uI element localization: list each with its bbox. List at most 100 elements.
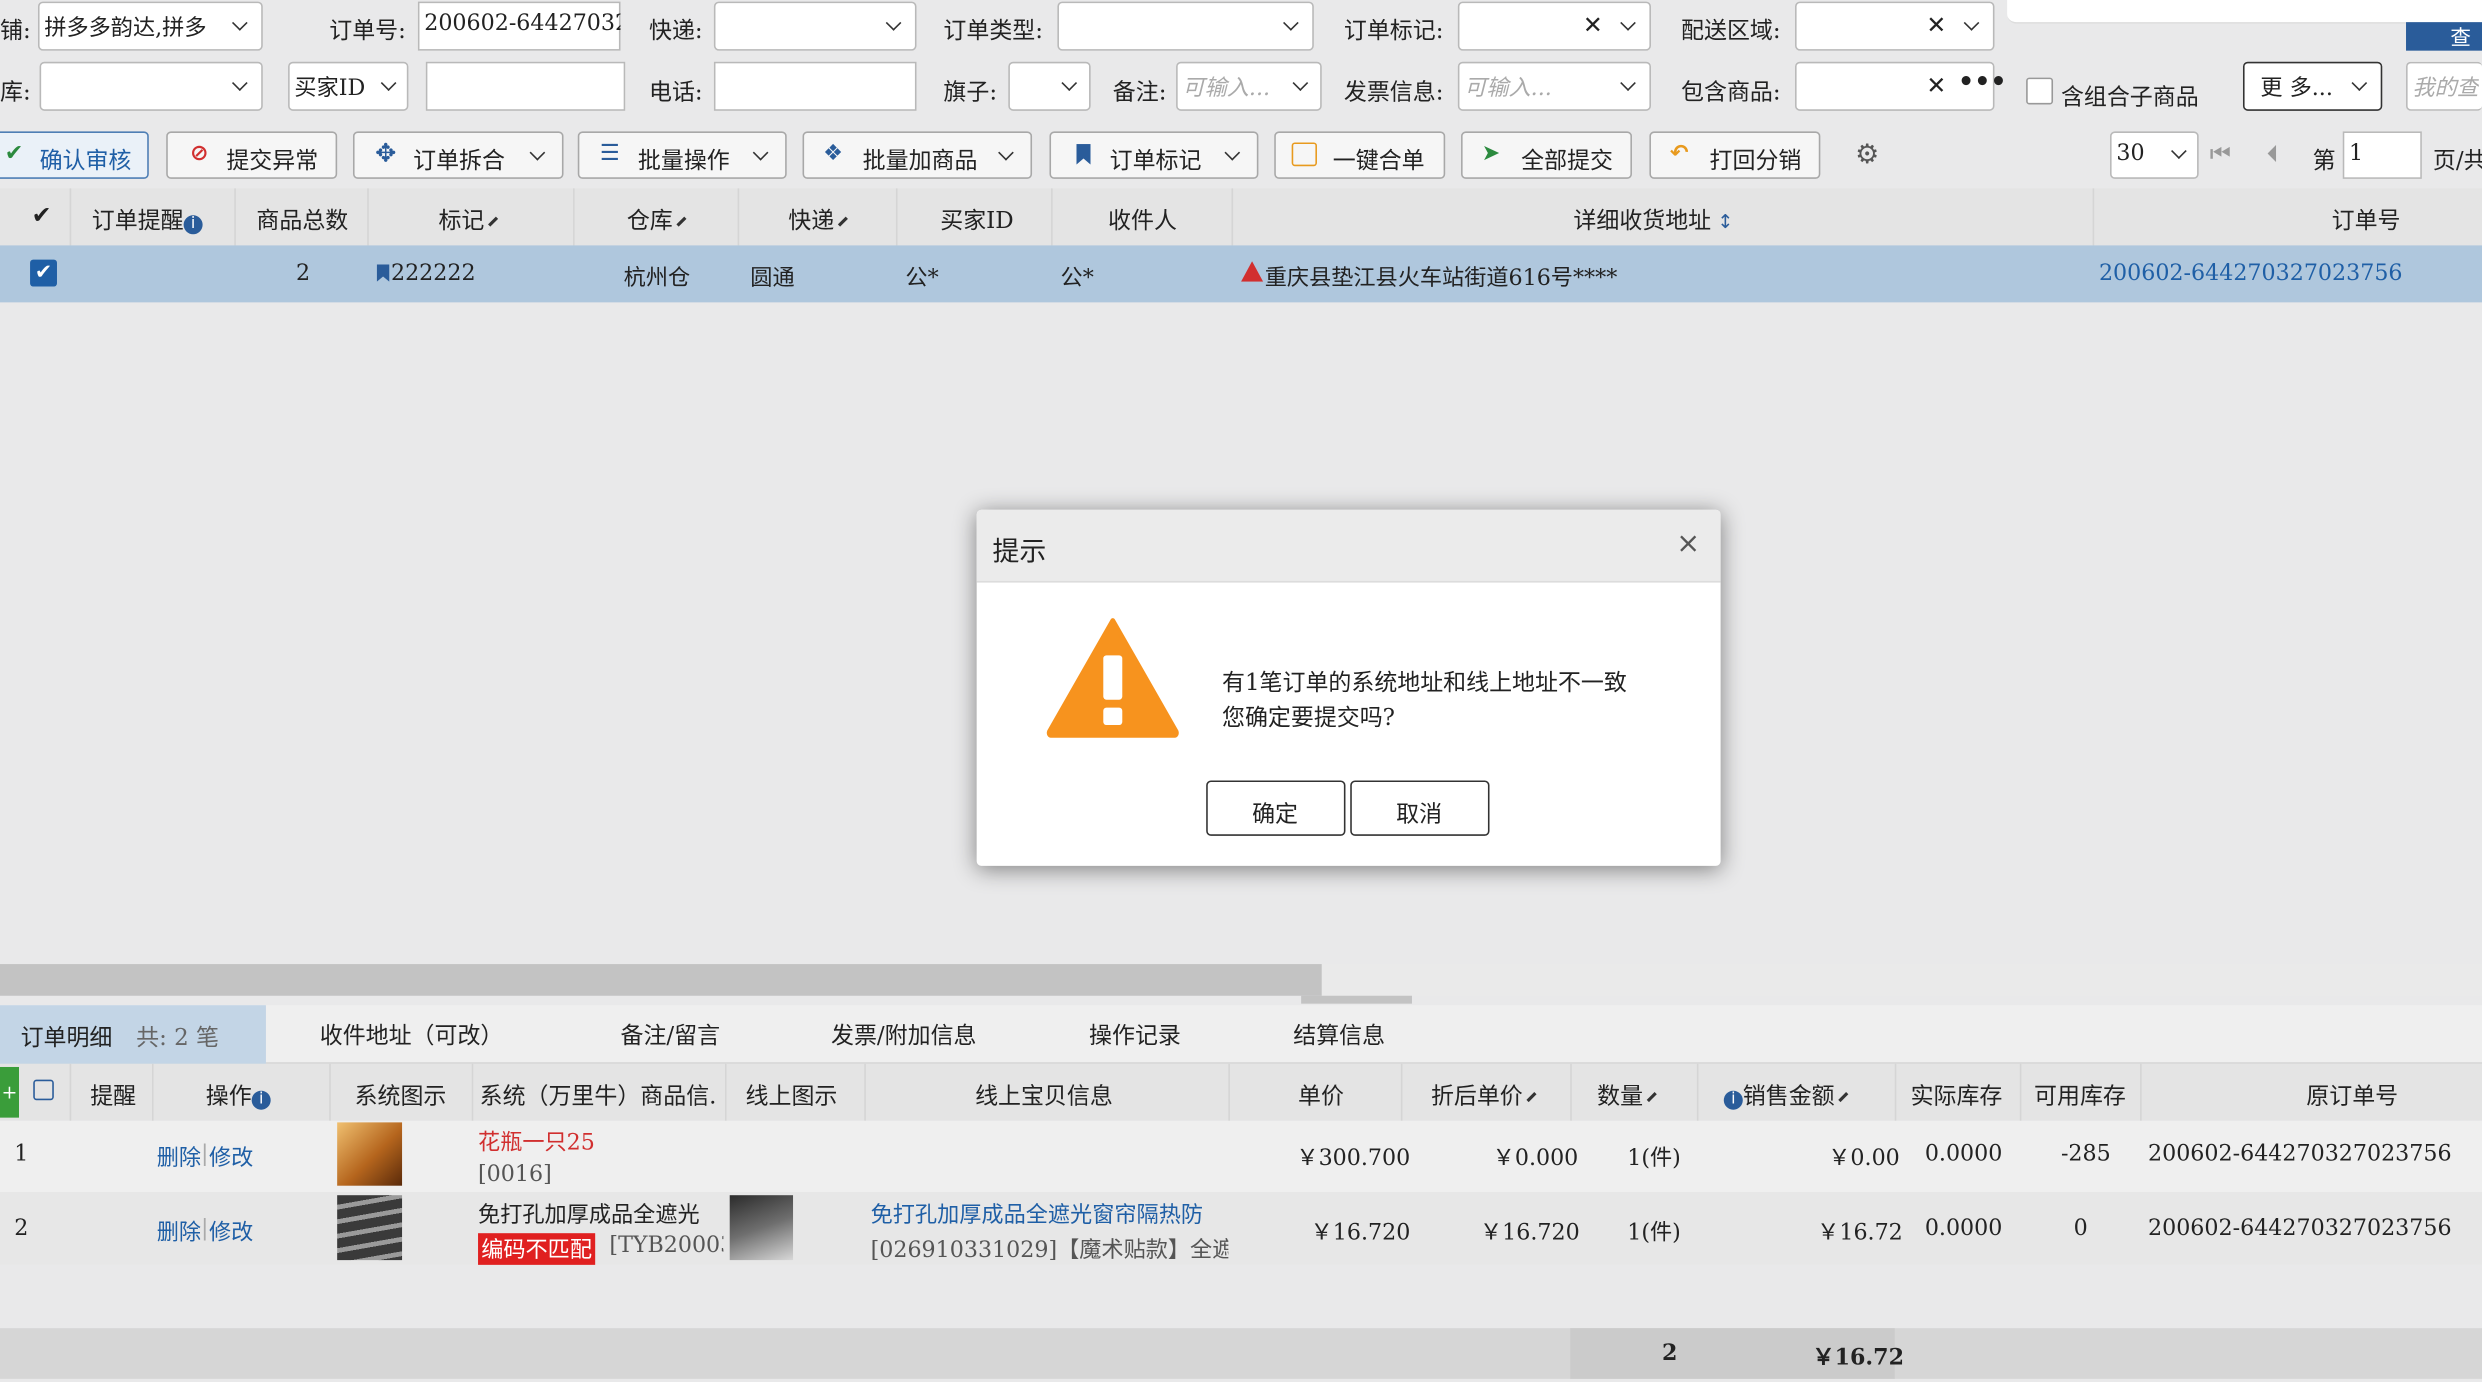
row-checkbox[interactable]: ✔ [30, 259, 57, 287]
chevron-down-icon [885, 15, 902, 31]
buyer-id-input[interactable] [425, 61, 626, 111]
page-number-input[interactable]: 1 [2342, 131, 2422, 179]
dcol-sys-goods: 系统（万里牛）商品信. [479, 1084, 717, 1110]
page-size-select[interactable]: 30 [2110, 131, 2199, 179]
modify-link[interactable]: 修改 [209, 1141, 253, 1173]
resize-handle[interactable] [1301, 995, 1412, 1004]
query-button[interactable]: 查 [2406, 22, 2482, 51]
express-select[interactable] [713, 1, 917, 51]
col-address[interactable]: 详细收货地址 ↕ [1573, 203, 1733, 236]
order-mark-select[interactable]: ✕ [1457, 1, 1651, 51]
select-all-checkbox[interactable]: ✔ [32, 201, 52, 229]
row-express: 圆通 [750, 265, 795, 292]
clear-icon[interactable]: ✕ [1926, 71, 1946, 99]
row-total: 2 [296, 261, 311, 287]
online-goods-name[interactable]: 免打孔加厚成品全遮光窗帘隔热防 [871, 1198, 1229, 1230]
shop-select[interactable]: 拼多多韵达,拼多 [37, 1, 263, 51]
order-type-label: 订单类型: [943, 18, 1043, 45]
merge-icon [1291, 142, 1317, 167]
dcol-online-image: 线上图示 [745, 1084, 838, 1110]
order-mark-button[interactable]: 订单标记 [1049, 131, 1259, 179]
my-query-input[interactable]: 我的查 [2406, 61, 2482, 111]
submit-exception-button[interactable]: ⊘ 提交异常 [166, 131, 338, 179]
batch-add-goods-button[interactable]: ❖ 批量加商品 [802, 131, 1033, 179]
invoice-select[interactable]: 可输入... [1457, 61, 1651, 111]
delete-link[interactable]: 删除 [157, 1216, 201, 1248]
warehouse-select[interactable] [39, 61, 263, 111]
gear-icon[interactable]: ⚙ [1855, 139, 1879, 171]
tab-order-detail[interactable]: 订单明细 共: 2 笔 [0, 1005, 266, 1064]
sys-goods-name[interactable]: 免打孔加厚成品全遮光 [478, 1198, 722, 1230]
modify-link[interactable]: 修改 [209, 1216, 253, 1248]
h-scrollbar[interactable] [0, 964, 2482, 996]
order-type-select[interactable] [1057, 1, 1314, 51]
chevron-down-icon [752, 144, 769, 161]
copy-icon[interactable] [33, 1079, 54, 1101]
chevron-down-icon [231, 15, 248, 31]
edit-icon [1526, 1092, 1537, 1103]
cancel-button[interactable]: 取消 [1350, 780, 1490, 836]
product-thumbnail[interactable] [337, 1122, 403, 1186]
row-order-no[interactable]: 200602-644270327023756 [2099, 261, 2403, 286]
split-merge-button[interactable]: ✥ 订单拆合 [352, 131, 564, 179]
prev-page-icon[interactable]: ⏴ [2267, 139, 2279, 167]
return-distribution-button[interactable]: ↶ 打回分销 [1649, 131, 1821, 179]
tab-address[interactable]: 收件地址（可改） [320, 1018, 504, 1051]
goods-input[interactable]: ✕ ••• [1795, 61, 2007, 111]
more-filters-select[interactable]: 更 多... [2242, 61, 2383, 111]
chevron-down-icon [1283, 15, 1299, 31]
submit-all-button[interactable]: ➤ 全部提交 [1461, 131, 1632, 179]
floating-panel [2007, 0, 2482, 24]
edit-icon [676, 216, 687, 227]
sort-icon: ↕ [1717, 210, 1734, 233]
col-order-reminder: 订单提醒 i [92, 203, 203, 236]
one-click-merge-button[interactable]: 一键合单 [1274, 131, 1446, 179]
clear-icon[interactable]: ✕ [1926, 11, 1946, 39]
add-row-button[interactable]: + [0, 1066, 19, 1118]
tab-invoice[interactable]: 发票/附加信息 [831, 1018, 976, 1051]
buyer-type-select[interactable]: 买家ID [288, 61, 409, 111]
cubes-icon: ❖ [823, 140, 843, 167]
tab-remark[interactable]: 备注/留言 [621, 1018, 721, 1051]
chevron-down-icon [2171, 143, 2187, 160]
combo-checkbox[interactable] [2026, 77, 2054, 105]
sys-goods-name[interactable]: 花瓶一只25 [478, 1126, 595, 1158]
confirm-audit-button[interactable]: ✔ 确认审核 [0, 131, 149, 179]
dcol-sys-image: 系统图示 [354, 1084, 447, 1110]
more-dots-icon[interactable]: ••• [1958, 66, 2007, 96]
grid-header [0, 188, 2482, 246]
tab-log[interactable]: 操作记录 [1089, 1018, 1181, 1051]
chevron-down-icon [1292, 75, 1309, 91]
col-warehouse: 仓库 [627, 203, 687, 236]
shop-label: 铺: [0, 18, 31, 45]
chevron-down-icon [529, 144, 546, 161]
info-icon: i [1723, 1090, 1743, 1110]
order-no-input[interactable]: 200602-6442703270 [417, 1, 621, 51]
row-warehouse: 杭州仓 [623, 265, 691, 292]
first-page-icon[interactable]: ⏮ [2210, 139, 2231, 167]
close-icon[interactable]: × [1676, 527, 1700, 560]
chevron-down-icon [1963, 15, 1980, 31]
dcol-operation: 操作 i [206, 1078, 271, 1111]
online-product-thumbnail[interactable] [729, 1195, 794, 1261]
ok-button[interactable]: 确定 [1206, 780, 1346, 836]
scrollbar-thumb[interactable] [0, 964, 1322, 996]
dcol-price: 单价 [1297, 1084, 1344, 1110]
delete-link[interactable]: 删除 [157, 1141, 201, 1173]
tab-settle[interactable]: 结算信息 [1293, 1018, 1385, 1051]
dialog-title: 提示 [992, 536, 1047, 569]
clear-icon[interactable]: ✕ [1583, 11, 1603, 39]
ban-icon: ⊘ [189, 140, 209, 167]
flag-select[interactable] [1008, 61, 1091, 111]
remark-select[interactable]: 可输入... [1176, 61, 1322, 111]
product-thumbnail[interactable] [337, 1195, 403, 1261]
region-select[interactable]: ✕ [1795, 1, 1995, 51]
chevron-down-icon [231, 75, 248, 91]
edit-icon [1646, 1092, 1657, 1103]
phone-input[interactable] [713, 61, 917, 111]
invoice-label: 发票信息: [1343, 80, 1444, 107]
express-label: 快递: [648, 18, 703, 45]
chevron-down-icon [1620, 75, 1636, 91]
batch-operation-button[interactable]: ☰ 批量操作 [577, 131, 787, 179]
online-goods-code: [026910331029]【魔术贴款】全遮 [870, 1237, 1229, 1264]
